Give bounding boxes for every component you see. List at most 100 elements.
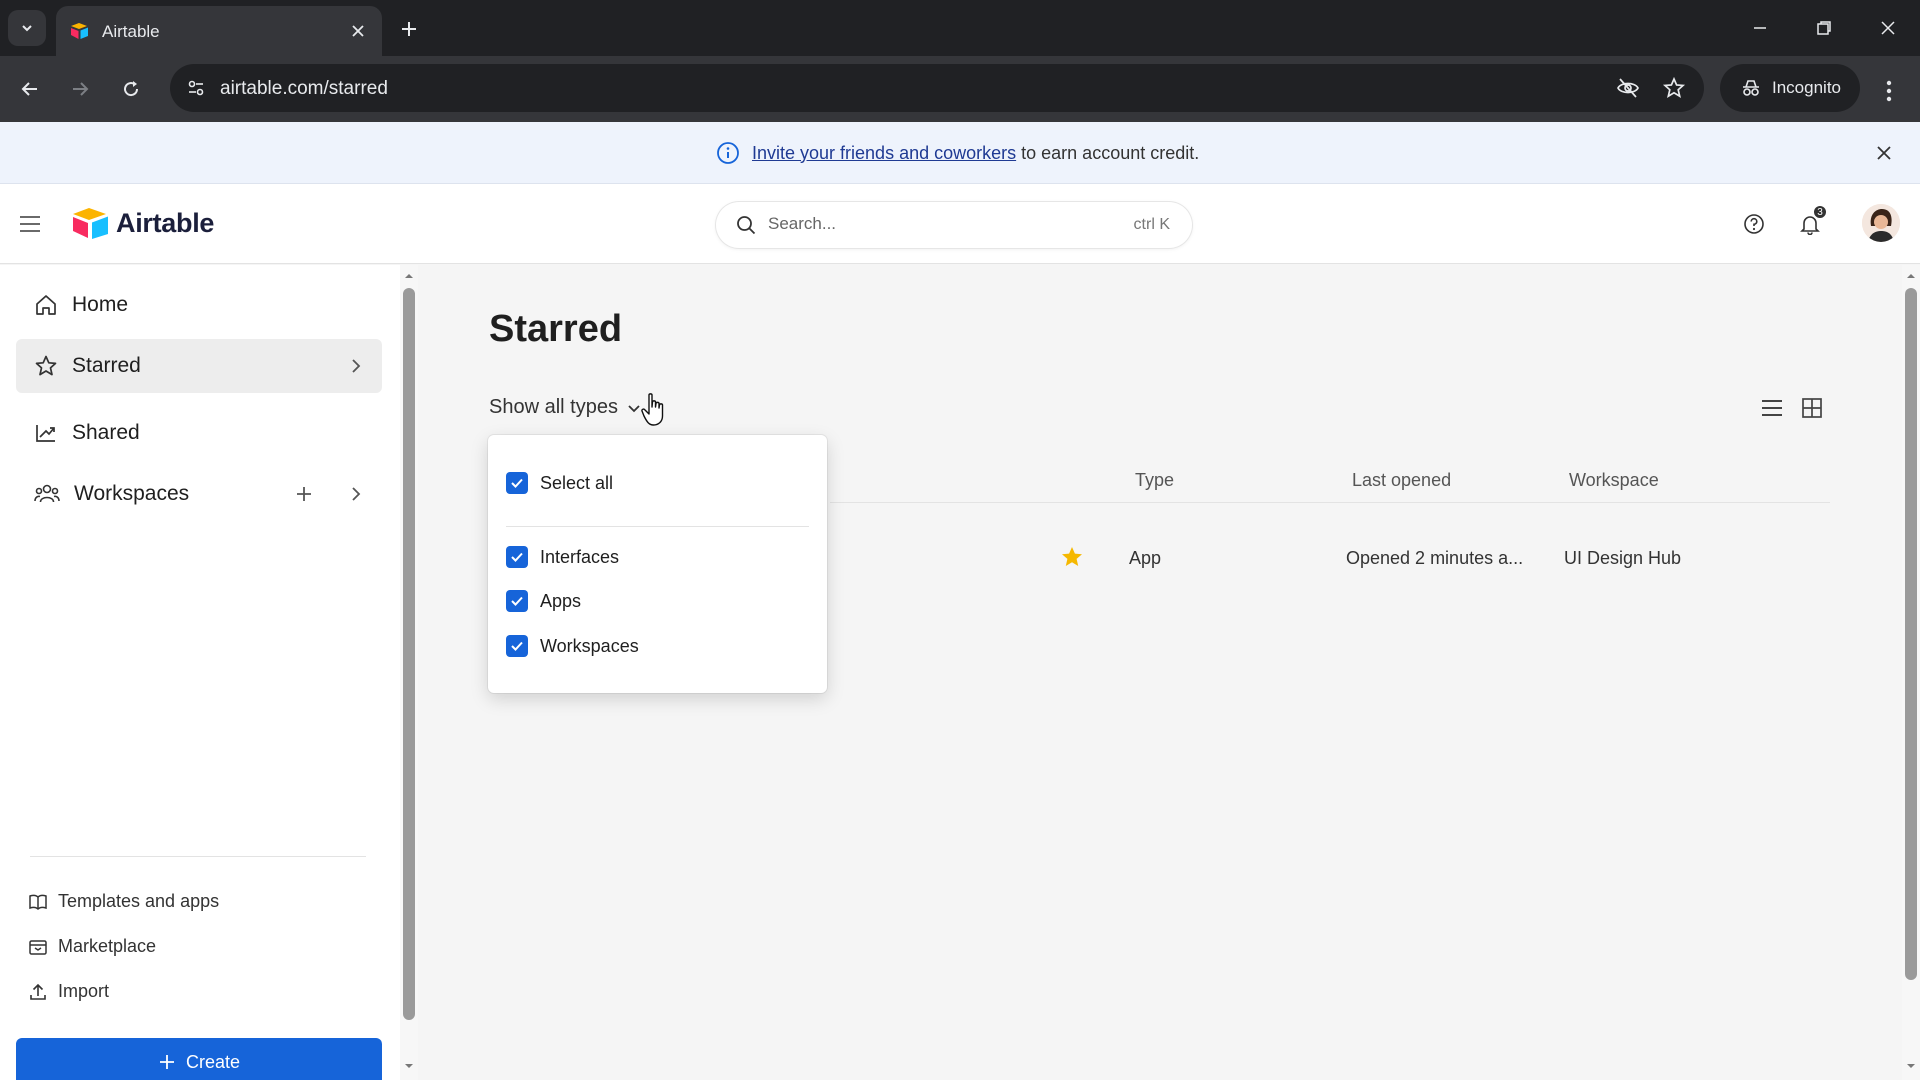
minimize-button[interactable] xyxy=(1740,10,1780,46)
tracking-protection-button[interactable] xyxy=(1614,74,1642,102)
arrow-right-icon xyxy=(73,82,89,96)
banner-text: to earn account credit. xyxy=(1021,142,1200,163)
window-close-button[interactable] xyxy=(1868,10,1908,46)
select-all-checkbox[interactable] xyxy=(506,472,528,494)
reload-icon xyxy=(124,81,139,97)
filter-option-label: Apps xyxy=(540,590,582,611)
checkmark-icon xyxy=(511,552,523,562)
sidebar-item-label: Home xyxy=(72,293,129,316)
referral-banner: Invite your friends and coworkers to ear… xyxy=(0,122,1920,184)
search-input[interactable] xyxy=(768,214,1068,234)
checkmark-icon xyxy=(511,596,523,606)
sidebar: Home Starred Shared Workspaces Templates… xyxy=(0,265,400,1080)
main-scrollbar[interactable] xyxy=(1902,265,1920,1080)
banner-close-button[interactable] xyxy=(1870,139,1898,167)
list-view-button[interactable] xyxy=(1757,393,1787,423)
restore-button[interactable] xyxy=(1804,10,1844,46)
type-filter-menu: Select all Interfaces Apps Workspaces xyxy=(488,435,827,693)
sidebar-item-home[interactable]: Home xyxy=(16,278,382,332)
list-icon xyxy=(1762,400,1782,416)
import-link[interactable]: Import xyxy=(28,981,109,1002)
back-button[interactable] xyxy=(12,71,48,107)
sidebar-item-starred[interactable]: Starred xyxy=(16,339,382,393)
new-tab-button[interactable] xyxy=(394,14,424,44)
scroll-down-arrow-icon xyxy=(405,1064,413,1068)
plus-icon xyxy=(297,487,311,501)
tab-close-button[interactable] xyxy=(346,19,370,43)
create-button[interactable]: Create xyxy=(16,1038,382,1080)
select-all-option[interactable]: Select all xyxy=(506,472,613,494)
workspaces-checkbox[interactable] xyxy=(506,635,528,657)
add-workspace-button[interactable] xyxy=(292,482,316,506)
address-bar[interactable]: airtable.com/starred xyxy=(170,64,1704,112)
page-title: Starred xyxy=(489,308,623,350)
close-icon xyxy=(1877,146,1891,160)
create-button-label: Create xyxy=(185,1051,241,1072)
sidebar-item-label: Workspaces xyxy=(74,482,190,505)
url-text: airtable.com/starred xyxy=(220,78,388,99)
main-scrollbar-thumb[interactable] xyxy=(1905,288,1917,980)
help-icon xyxy=(1744,214,1764,234)
incognito-label: Incognito xyxy=(1772,78,1841,97)
scroll-up-arrow-icon xyxy=(1907,274,1915,278)
sidebar-toggle-button[interactable] xyxy=(16,210,44,238)
expand-starred-button[interactable] xyxy=(344,354,368,378)
browser-toolbar: airtable.com/starred Incognito xyxy=(0,56,1920,122)
plus-icon xyxy=(159,1055,174,1069)
close-icon xyxy=(352,25,364,37)
type-filter-label: Show all types xyxy=(489,396,618,418)
type-filter-dropdown[interactable]: Show all types xyxy=(489,396,642,419)
filter-option-label: Workspaces xyxy=(540,635,639,656)
row-type: App xyxy=(1129,548,1162,568)
bookmark-button[interactable] xyxy=(1660,74,1688,102)
airtable-logo-icon xyxy=(73,208,108,239)
interfaces-checkbox[interactable] xyxy=(506,546,528,568)
templates-and-apps-link[interactable]: Templates and apps xyxy=(28,891,219,912)
incognito-indicator[interactable]: Incognito xyxy=(1720,64,1860,112)
filter-option-apps[interactable]: Apps xyxy=(506,590,581,612)
search-bar[interactable]: ctrl K xyxy=(716,202,1192,248)
tab-search-button[interactable] xyxy=(8,10,46,46)
forward-button[interactable] xyxy=(62,71,98,107)
sidebar-item-label: Starred xyxy=(72,354,141,377)
column-header-type[interactable]: Type xyxy=(1135,470,1174,491)
column-header-last-opened[interactable]: Last opened xyxy=(1352,470,1451,491)
sidebar-scrollbar[interactable] xyxy=(400,265,418,1080)
search-shortcut-hint: ctrl K xyxy=(1133,216,1170,233)
marketplace-link[interactable]: Marketplace xyxy=(28,936,156,957)
search-icon xyxy=(737,216,756,235)
reload-button[interactable] xyxy=(113,71,149,107)
tune-icon xyxy=(188,80,204,96)
row-last-opened: Opened 2 minutes a... xyxy=(1346,548,1524,568)
invite-link[interactable]: Invite your friends and coworkers xyxy=(752,143,1016,163)
apps-checkbox[interactable] xyxy=(506,590,528,612)
star-outline-icon xyxy=(1662,76,1686,98)
sidebar-item-shared[interactable]: Shared xyxy=(16,406,382,460)
star-filled-icon[interactable] xyxy=(1060,545,1084,569)
browser-tab-bar: Airtable xyxy=(0,0,1920,56)
help-button[interactable] xyxy=(1738,208,1770,240)
expand-workspaces-button[interactable] xyxy=(344,482,368,506)
checkmark-icon xyxy=(511,641,523,651)
upload-icon xyxy=(30,983,46,1000)
restore-icon xyxy=(1817,21,1831,35)
row-workspace: UI Design Hub xyxy=(1564,548,1682,568)
star-outline-icon xyxy=(35,355,57,376)
sidebar-item-workspaces[interactable]: Workspaces xyxy=(16,467,382,521)
column-header-workspace[interactable]: Workspace xyxy=(1569,470,1659,491)
notifications-button[interactable]: 3 xyxy=(1794,204,1828,240)
filter-option-interfaces[interactable]: Interfaces xyxy=(506,546,619,568)
scroll-down-arrow-icon xyxy=(1907,1064,1915,1068)
eye-off-icon xyxy=(1617,78,1639,98)
grid-view-button[interactable] xyxy=(1797,393,1827,423)
avatar[interactable] xyxy=(1862,204,1900,242)
filter-option-workspaces[interactable]: Workspaces xyxy=(506,635,639,657)
sidebar-item-label: Shared xyxy=(72,421,140,444)
browser-tab-airtable[interactable]: Airtable xyxy=(56,6,382,56)
browser-menu-button[interactable] xyxy=(1872,74,1906,108)
site-info-button[interactable] xyxy=(180,72,212,104)
arrow-left-icon xyxy=(21,82,37,96)
menu-divider xyxy=(506,526,809,527)
sidebar-scrollbar-thumb[interactable] xyxy=(403,288,415,1020)
airtable-logo[interactable]: Airtable xyxy=(72,206,214,240)
